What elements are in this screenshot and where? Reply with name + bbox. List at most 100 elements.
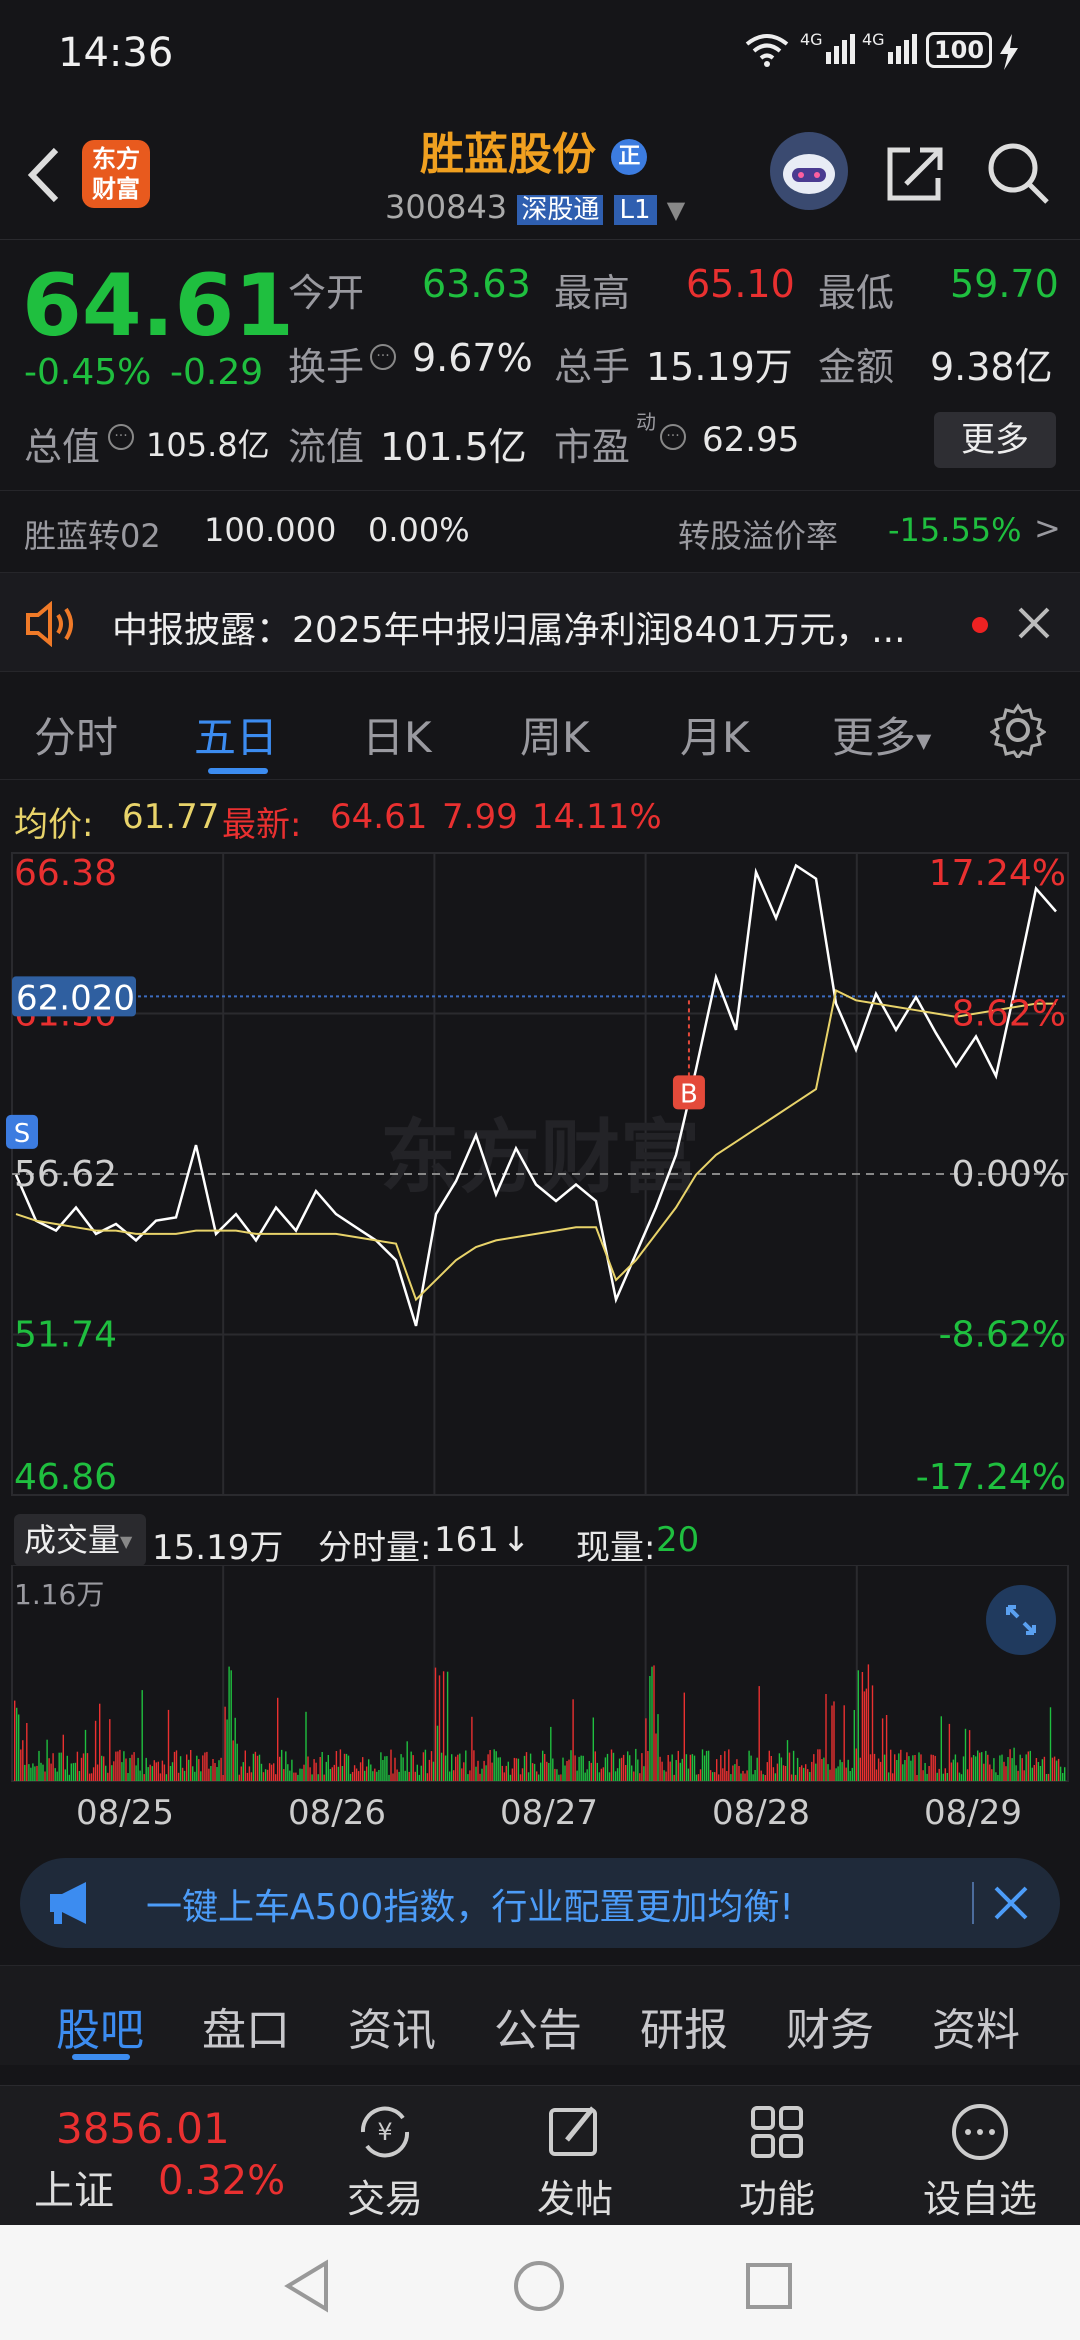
volume-bar (1025, 1754, 1027, 1781)
volume-bar (34, 1766, 36, 1781)
tab-intraday[interactable]: 分时 (34, 704, 118, 765)
volume-bar (633, 1771, 635, 1781)
volume-bar (186, 1754, 188, 1781)
volume-bar (588, 1761, 590, 1781)
volume-bar (388, 1774, 390, 1781)
tab-five-day[interactable]: 五日 (194, 704, 278, 765)
volume-bar (392, 1773, 394, 1781)
volume-bar (809, 1772, 811, 1781)
volume-bar (877, 1758, 880, 1781)
volume-bar (525, 1752, 528, 1781)
add-watchlist-button[interactable]: 设自选 (910, 2100, 1050, 2221)
tab-more[interactable]: 更多▼ (832, 704, 931, 765)
volume-bar (521, 1768, 524, 1781)
nav-home-button[interactable] (512, 2259, 566, 2317)
tab-profile[interactable]: 资料 (932, 1994, 1020, 2058)
pe-info-icon[interactable]: ··· (660, 424, 686, 450)
close-promo-button[interactable] (992, 1884, 1030, 1926)
tab-monthly-k[interactable]: 月K (680, 704, 750, 765)
volume-bar (331, 1767, 333, 1781)
volume-bar (558, 1774, 560, 1781)
volume-bar (1031, 1767, 1033, 1781)
volume-bar (1043, 1756, 1046, 1781)
tab-forum[interactable]: 股吧 (56, 1994, 144, 2058)
tab-announcements[interactable]: 公告 (494, 1994, 582, 2058)
volume-bar (847, 1759, 849, 1781)
volume-bar (742, 1770, 744, 1781)
search-button[interactable] (985, 140, 1051, 210)
price-chart[interactable]: 东方财富66.3861.5056.6251.7446.8617.24%8.62%… (0, 845, 1080, 1505)
volume-bar (94, 1720, 97, 1781)
tab-finance[interactable]: 财务 (786, 1994, 874, 2058)
volume-bar (968, 1730, 971, 1781)
volume-bar (283, 1769, 285, 1781)
volume-bar (382, 1760, 384, 1781)
volume-bar (560, 1774, 562, 1781)
volume-bar (455, 1756, 457, 1781)
dropdown-icon[interactable]: ▼ (667, 196, 685, 224)
post-button[interactable]: 发帖 (520, 2100, 630, 2221)
volume-bar (681, 1758, 683, 1781)
volume-bar (281, 1749, 283, 1781)
volume-bar (756, 1757, 758, 1781)
volume-bar (311, 1774, 313, 1781)
nav-back-button[interactable] (282, 2259, 332, 2317)
trade-button[interactable]: ¥ 交易 (330, 2100, 440, 2221)
close-notice-button[interactable] (1016, 605, 1052, 645)
volume-bar (444, 1755, 447, 1781)
volume-bar (64, 1769, 66, 1781)
caret-down-icon: ▼ (120, 1532, 133, 1551)
volume-bar (570, 1750, 572, 1781)
volume-header: 成交量▼ 15.19万 分时量: 161 ↓ 现量: 20 (0, 1510, 1080, 1570)
volume-indicator-select[interactable]: 成交量▼ (14, 1514, 146, 1566)
announcement-bar[interactable]: 中报披露：2025年中报归属净利润8401万元，... (0, 572, 1080, 672)
chart-settings-button[interactable] (989, 702, 1047, 762)
back-button[interactable] (20, 140, 70, 210)
volume-bar (760, 1770, 762, 1781)
volume-bar (683, 1692, 685, 1781)
volume-bar (177, 1772, 180, 1781)
volume-bar (204, 1752, 206, 1781)
more-button[interactable]: 更多 (934, 412, 1056, 468)
promo-banner[interactable]: 一键上车A500指数，行业配置更加均衡! (20, 1858, 1060, 1948)
volume-bar (790, 1774, 793, 1781)
volume-bar (32, 1763, 34, 1781)
volume-bar (119, 1749, 121, 1781)
tab-orderbook[interactable]: 盘口 (202, 1994, 290, 2058)
volume-bar (564, 1765, 566, 1781)
robot-assistant-icon[interactable] (770, 132, 848, 210)
nav-recents-button[interactable] (744, 2261, 794, 2315)
volume-bar (556, 1769, 558, 1781)
volume-bar (143, 1774, 145, 1781)
turnover-info-icon[interactable]: ··· (370, 344, 396, 370)
tab-news[interactable]: 资讯 (348, 1994, 436, 2058)
volume-bar (956, 1762, 959, 1781)
mktcap-info-icon[interactable]: ··· (108, 424, 134, 450)
down-arrow-icon: ↓ (502, 1520, 531, 1560)
index-ticker[interactable]: 3856.01 上证 0.32% (30, 2104, 290, 2214)
volume-bar (38, 1750, 40, 1781)
volume-bar (20, 1749, 22, 1781)
volume-chart[interactable]: 1.16万 (0, 1564, 1080, 1785)
volume-bar (685, 1754, 688, 1781)
tab-weekly-k[interactable]: 周K (520, 704, 590, 765)
announcement-text: 中报披露：2025年中报归属净利润8401万元，... (112, 610, 906, 651)
volume-bar (900, 1749, 902, 1781)
volume-bar (254, 1751, 257, 1781)
volume-bar (70, 1763, 72, 1781)
volume-bar (879, 1761, 882, 1781)
volume-bar (171, 1762, 174, 1781)
tab-daily-k[interactable]: 日K (362, 704, 432, 765)
tab-research[interactable]: 研报 (640, 1994, 728, 2058)
expand-chart-button[interactable] (986, 1585, 1056, 1655)
volume-bar (964, 1728, 967, 1781)
functions-button[interactable]: 功能 (722, 2100, 832, 2221)
volume-bar (1029, 1750, 1031, 1781)
share-button[interactable] (882, 140, 948, 210)
volume-bar (788, 1752, 791, 1781)
volume-bar (461, 1768, 463, 1781)
volume-bar (888, 1772, 890, 1781)
volume-bar (432, 1761, 435, 1781)
convertible-bond-row[interactable]: 胜蓝转02 100.000 0.00% 转股溢价率 -15.55% > (0, 490, 1080, 570)
volume-bar (932, 1754, 934, 1781)
